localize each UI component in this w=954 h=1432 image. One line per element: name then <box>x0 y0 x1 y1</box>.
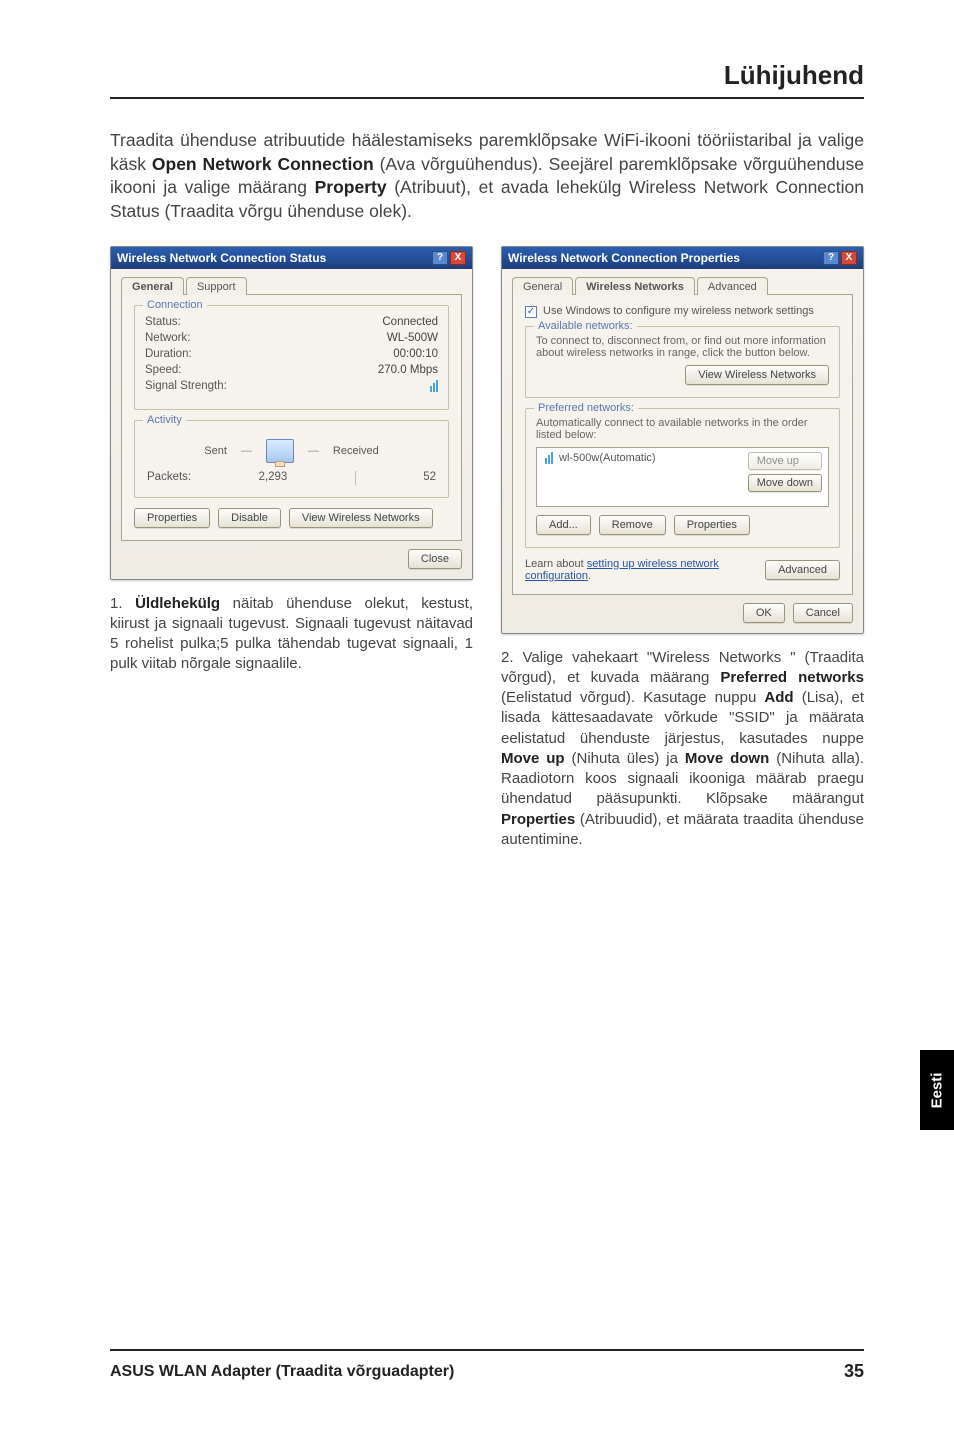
signal-label: Signal Strength: <box>145 380 227 395</box>
use-windows-checkbox[interactable]: ✓ Use Windows to configure my wireless n… <box>525 305 840 318</box>
connection-properties-title: Wireless Network Connection Properties <box>508 251 740 265</box>
caption-2-e: (Nihuta üles) ja <box>565 750 685 767</box>
ok-button[interactable]: OK <box>743 603 785 623</box>
tab-support[interactable]: Support <box>186 277 247 295</box>
activity-group: Activity Sent — — Received Packets: 2,29… <box>134 420 449 498</box>
connection-properties-dialog: Wireless Network Connection Properties ?… <box>501 246 864 634</box>
connection-status-title: Wireless Network Connection Status <box>117 251 326 265</box>
intro-bold-open-network: Open Network Connection <box>152 154 374 174</box>
caption-1-bold: Üldlehekülg <box>135 595 220 612</box>
connection-properties-titlebar: Wireless Network Connection Properties ?… <box>502 247 863 269</box>
preferred-networks-desc: Automatically connect to available netwo… <box>536 417 829 441</box>
move-up-button[interactable]: Move up <box>748 452 822 470</box>
divider <box>355 471 356 485</box>
connection-status-titlebar: Wireless Network Connection Status ? X <box>111 247 472 269</box>
signal-tower-icon <box>543 452 553 464</box>
received-label: Received <box>333 445 379 457</box>
sent-value: 2,293 <box>259 471 288 485</box>
speed-label: Speed: <box>145 364 181 376</box>
learn-text: Learn about setting up wireless network … <box>525 558 765 582</box>
help-icon[interactable]: ? <box>823 251 839 265</box>
header-rule <box>110 97 864 99</box>
caption-2-c: (Eelistatud võrgud). Kasutage nuppu <box>501 689 764 706</box>
connection-legend: Connection <box>143 299 207 311</box>
close-icon[interactable]: X <box>450 251 466 265</box>
caption-2: 2. Valige vahekaart "Wireless Networks "… <box>501 648 864 851</box>
duration-label: Duration: <box>145 348 192 360</box>
remove-button[interactable]: Remove <box>599 515 666 535</box>
view-wireless-networks-button[interactable]: View Wireless Networks <box>289 508 433 528</box>
footer-title: ASUS WLAN Adapter (Traadita võrguadapter… <box>110 1363 454 1381</box>
advanced-button[interactable]: Advanced <box>765 560 840 580</box>
language-label: Eesti <box>929 1072 946 1108</box>
intro-paragraph: Traadita ühenduse atribuutide häälestami… <box>110 129 864 224</box>
received-value: 52 <box>423 471 436 485</box>
help-icon[interactable]: ? <box>432 251 448 265</box>
close-icon[interactable]: X <box>841 251 857 265</box>
signal-bars-icon <box>428 380 438 395</box>
add-button[interactable]: Add... <box>536 515 591 535</box>
close-button[interactable]: Close <box>408 549 462 569</box>
caption-1-number: 1. <box>110 595 135 612</box>
status-label: Status: <box>145 316 181 328</box>
caption-2-b4: Move down <box>685 750 769 767</box>
disable-button[interactable]: Disable <box>218 508 281 528</box>
caption-2-number: 2. <box>501 649 523 666</box>
preferred-networks-list[interactable]: wl-500w(Automatic) Move up Move down <box>536 447 829 507</box>
preferred-networks-group: Preferred networks: Automatically connec… <box>525 408 840 548</box>
dash-icon: — <box>241 445 252 457</box>
network-value: WL-500W <box>387 332 438 344</box>
available-networks-group: Available networks: To connect to, disco… <box>525 326 840 398</box>
footer-rule <box>110 1349 864 1351</box>
tab-general[interactable]: General <box>512 277 573 295</box>
properties-button[interactable]: Properties <box>134 508 210 528</box>
preferred-networks-legend: Preferred networks: <box>534 402 638 414</box>
caption-2-b3: Move up <box>501 750 565 767</box>
intro-bold-property: Property <box>315 177 387 197</box>
cancel-button[interactable]: Cancel <box>793 603 853 623</box>
available-networks-legend: Available networks: <box>534 320 637 332</box>
learn-prefix: Learn about <box>525 558 587 570</box>
caption-2-b2: Add <box>764 689 793 706</box>
tab-general[interactable]: General <box>121 277 184 295</box>
available-networks-desc: To connect to, disconnect from, or find … <box>536 335 829 359</box>
move-down-button[interactable]: Move down <box>748 474 822 492</box>
tab-wireless-networks[interactable]: Wireless Networks <box>575 277 695 295</box>
checkbox-icon: ✓ <box>525 306 537 318</box>
speed-value: 270.0 Mbps <box>378 364 438 376</box>
connection-group: Connection Status:Connected Network:WL-5… <box>134 305 449 410</box>
status-value: Connected <box>382 316 438 328</box>
tab-advanced[interactable]: Advanced <box>697 277 768 295</box>
dash-icon: — <box>308 445 319 457</box>
network-label: Network: <box>145 332 190 344</box>
activity-legend: Activity <box>143 414 186 426</box>
duration-value: 00:00:10 <box>393 348 438 360</box>
list-item[interactable]: wl-500w(Automatic) <box>543 452 656 464</box>
sent-label: Sent <box>204 445 227 457</box>
use-windows-label: Use Windows to configure my wireless net… <box>543 305 814 317</box>
language-side-tab: Eesti <box>920 1050 954 1130</box>
packets-label: Packets: <box>147 471 191 485</box>
computer-icon <box>266 439 294 463</box>
caption-2-b5: Properties <box>501 811 575 828</box>
learn-suffix: . <box>588 570 591 582</box>
network-entry-label: wl-500w(Automatic) <box>559 452 656 464</box>
caption-2-b1: Preferred networks <box>720 669 864 686</box>
properties-button[interactable]: Properties <box>674 515 750 535</box>
page-title: Lühijuhend <box>110 60 864 91</box>
page-number: 35 <box>844 1361 864 1382</box>
view-wireless-networks-button[interactable]: View Wireless Networks <box>685 365 829 385</box>
connection-status-dialog: Wireless Network Connection Status ? X G… <box>110 246 473 580</box>
caption-1: 1. Üldlehekülg näitab ühenduse olekut, k… <box>110 594 473 675</box>
